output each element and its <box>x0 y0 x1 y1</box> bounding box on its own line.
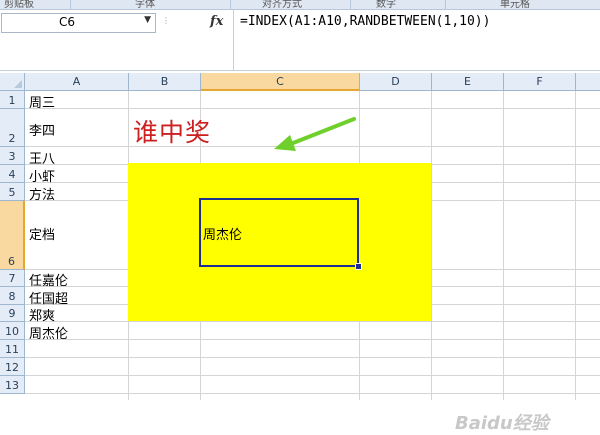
ribbon-group-cells[interactable]: 单元格 <box>500 0 530 9</box>
ribbon-group-number[interactable]: 数字 <box>376 0 396 9</box>
row-header-8[interactable]: 8 <box>0 287 25 305</box>
name-box-value: C6 <box>58 15 75 29</box>
cell-a10[interactable]: 周杰伦 <box>29 323 68 342</box>
cell-a5[interactable]: 方法 <box>29 184 55 203</box>
grid-line <box>25 393 600 394</box>
grid-line <box>575 91 576 400</box>
cell-a4[interactable]: 小虾 <box>29 166 55 185</box>
row-header-6[interactable]: 6 <box>0 201 25 270</box>
row-header-7[interactable]: 7 <box>0 270 25 287</box>
grid-line <box>25 108 600 109</box>
function-icon[interactable]: fx <box>210 14 223 29</box>
column-header-e[interactable]: E <box>432 73 504 91</box>
ribbon-separator <box>230 0 231 9</box>
ribbon-group-clipboard[interactable]: 剪贴板 <box>4 0 34 9</box>
green-arrow-icon <box>274 117 356 151</box>
row-header-4[interactable]: 4 <box>0 165 25 183</box>
grid-line <box>431 91 432 400</box>
ribbon-group-labels: 剪贴板 字体 对齐方式 数字 单元格 <box>0 0 600 10</box>
name-box[interactable]: C6 ▼ <box>1 13 156 33</box>
cell-a7[interactable]: 任嘉伦 <box>29 270 68 289</box>
select-all-triangle-icon <box>14 80 22 88</box>
grid-line <box>25 321 600 322</box>
formula-input[interactable]: =INDEX(A1:A10,RANDBETWEEN(1,10)) <box>240 14 490 29</box>
chevron-down-icon[interactable]: ▼ <box>144 15 151 25</box>
ribbon-separator <box>445 0 446 9</box>
row-header-1[interactable]: 1 <box>0 91 25 109</box>
row-header-13[interactable]: 13 <box>0 376 25 394</box>
worksheet-grid[interactable]: A B C D E F 1 2 3 4 5 6 7 8 9 10 11 12 1… <box>0 73 600 434</box>
row-header-2[interactable]: 2 <box>0 109 25 147</box>
grid-line <box>25 375 600 376</box>
ribbon-separator <box>70 0 71 9</box>
column-header-d[interactable]: D <box>360 73 432 91</box>
cell-c6-value: 周杰伦 <box>203 228 243 243</box>
row-header-5[interactable]: 5 <box>0 183 25 201</box>
ribbon-separator <box>350 0 351 9</box>
ribbon-group-alignment[interactable]: 对齐方式 <box>262 0 302 9</box>
formula-divider <box>233 10 234 70</box>
column-header-g[interactable] <box>576 73 600 91</box>
cell-a1[interactable]: 周三 <box>29 92 55 111</box>
row-header-11[interactable]: 11 <box>0 340 25 358</box>
grid-line <box>25 357 600 358</box>
column-header-c[interactable]: C <box>201 73 360 91</box>
column-header-b[interactable]: B <box>129 73 201 91</box>
watermark: Baidu经验 <box>455 413 549 434</box>
splitter-dots-icon[interactable]: ⋮ <box>162 16 170 25</box>
select-all-corner[interactable] <box>0 73 25 91</box>
sheet-title: 谁中奖 <box>133 118 212 147</box>
cell-a9[interactable]: 郑爽 <box>29 305 55 324</box>
cell-a6[interactable]: 定档 <box>29 224 55 243</box>
column-header-f[interactable]: F <box>504 73 576 91</box>
row-header-9[interactable]: 9 <box>0 305 25 322</box>
row-header-12[interactable]: 12 <box>0 358 25 376</box>
row-header-10[interactable]: 10 <box>0 322 25 340</box>
row-header-3[interactable]: 3 <box>0 147 25 165</box>
column-header-a[interactable]: A <box>25 73 129 91</box>
cell-a2[interactable]: 李四 <box>29 120 55 139</box>
ribbon-group-font[interactable]: 字体 <box>135 0 155 9</box>
fill-handle[interactable] <box>355 263 362 270</box>
cell-a3[interactable]: 王八 <box>29 148 55 167</box>
formula-bar: C6 ▼ ⋮ fx =INDEX(A1:A10,RANDBETWEEN(1,10… <box>0 10 600 71</box>
grid-line <box>503 91 504 400</box>
grid-line <box>25 339 600 340</box>
